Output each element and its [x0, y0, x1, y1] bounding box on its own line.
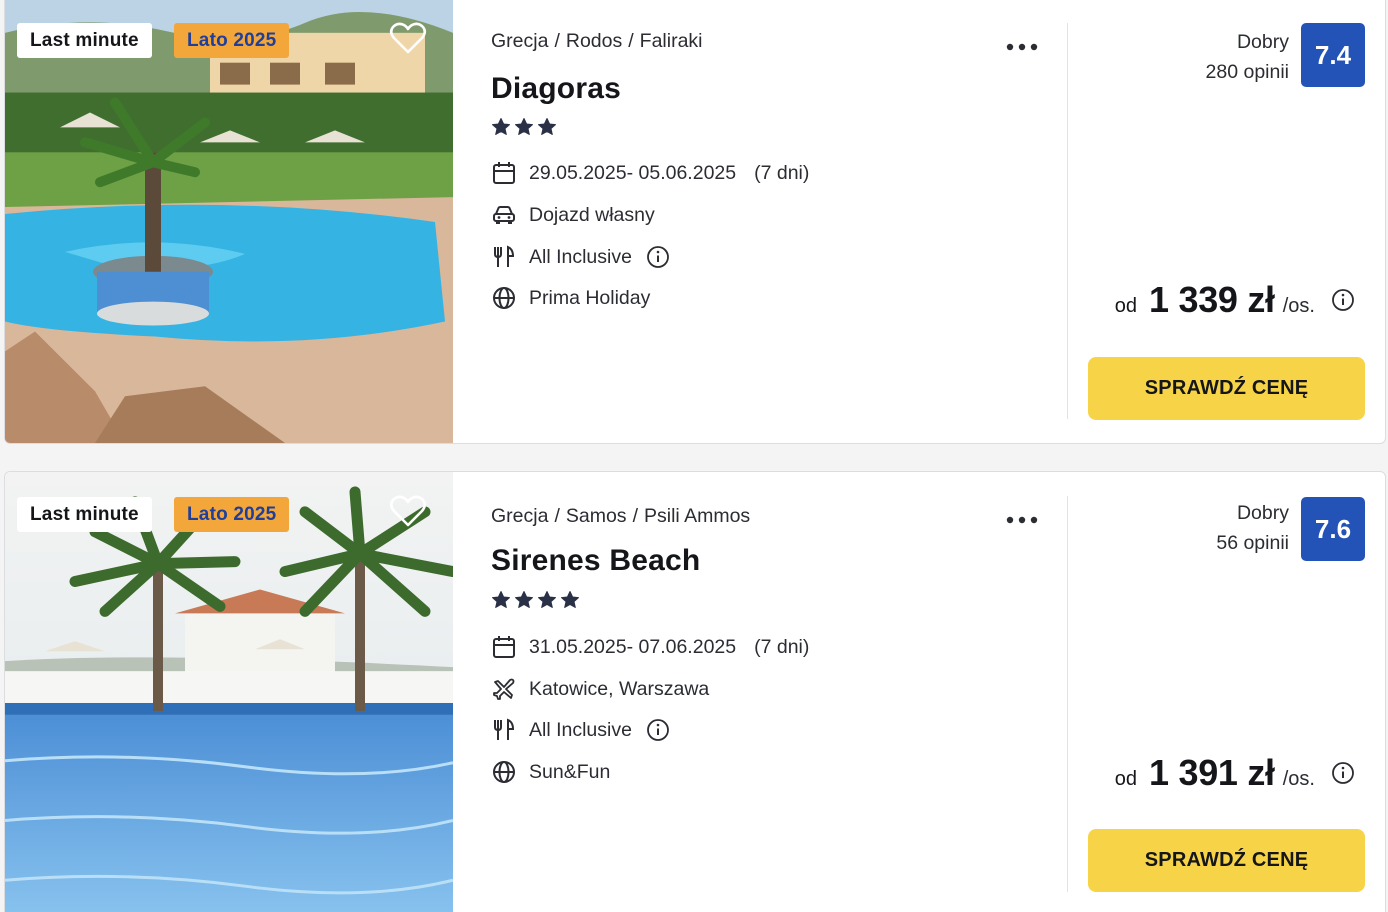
breadcrumb-country[interactable]: Grecja [491, 505, 548, 527]
more-options-icon[interactable] [1005, 39, 1039, 51]
breadcrumb-city[interactable]: Faliraki [640, 30, 703, 52]
transport-row: Dojazd własny [491, 201, 655, 229]
breadcrumb-separator: / [632, 505, 638, 527]
plane-icon [491, 676, 517, 702]
more-options-icon[interactable] [1005, 512, 1039, 524]
price-block: od 1 391 zł /os. [1115, 752, 1355, 794]
price-prefix: od [1114, 768, 1138, 790]
tour-operator: Prima Holiday [529, 286, 651, 309]
breadcrumb-separator: / [628, 30, 634, 52]
info-icon[interactable] [646, 245, 670, 269]
price-prefix: od [1114, 295, 1138, 317]
offer-details: Grecja / Rodos / Faliraki Diagoras 29.05.202… [491, 0, 1051, 443]
hotel-photo[interactable] [5, 472, 453, 912]
divider [1067, 23, 1068, 419]
board-row: All Inclusive [491, 243, 670, 271]
globe-icon [491, 759, 517, 785]
rating-score-badge: 7.6 [1301, 497, 1365, 561]
calendar-icon [491, 160, 517, 186]
breadcrumb-country[interactable]: Grecja [491, 30, 548, 52]
operator-row: Sun&Fun [491, 758, 610, 786]
breadcrumb-separator: / [554, 505, 560, 527]
board-label: All Inclusive [529, 245, 632, 268]
check-price-button[interactable]: SPRAWDŹ CENĘ [1088, 829, 1365, 892]
breadcrumb-region[interactable]: Samos [566, 505, 627, 527]
favorite-heart-icon[interactable] [389, 494, 427, 528]
price-unit: /os. [1282, 768, 1315, 790]
review-count[interactable]: 280 opinii [1206, 57, 1289, 87]
trip-duration: (7 dni) [754, 635, 810, 658]
hotel-name[interactable]: Sirenes Beach [491, 544, 700, 578]
star-icon [492, 118, 510, 135]
season-badge: Lato 2025 [174, 23, 290, 58]
last-minute-badge: Last minute [17, 23, 152, 58]
divider [1067, 496, 1068, 892]
star-icon [538, 118, 556, 135]
hotel-stars [491, 590, 580, 610]
offer-details: Grecja / Samos / Psili Ammos Sirenes Beach 3… [491, 472, 1051, 912]
calendar-icon [491, 634, 517, 660]
trip-dates: 29.05.2025- 05.06.2025 [529, 161, 737, 184]
hotel-stars [491, 117, 557, 137]
price-info-icon[interactable] [1331, 761, 1355, 785]
favorite-heart-icon[interactable] [389, 21, 427, 55]
operator-row: Prima Holiday [491, 284, 650, 312]
breadcrumb-city[interactable]: Psili Ammos [644, 505, 750, 527]
trip-duration: (7 dni) [754, 161, 810, 184]
transport-label: Katowice, Warszawa [529, 677, 710, 700]
tour-operator: Sun&Fun [529, 760, 611, 783]
transport-row: Katowice, Warszawa [491, 675, 709, 703]
rating-score-badge: 7.4 [1301, 23, 1365, 87]
breadcrumb: Grecja / Samos / Psili Ammos [491, 505, 750, 528]
rating-summary: Dobry 56 opinii [1216, 498, 1289, 558]
price-unit: /os. [1282, 295, 1315, 317]
star-icon [515, 591, 533, 608]
review-count[interactable]: 56 opinii [1216, 528, 1289, 558]
price-amount: 1 391 zł [1149, 752, 1275, 793]
hotel-name[interactable]: Diagoras [491, 72, 621, 106]
board-row: All Inclusive [491, 716, 670, 744]
info-icon[interactable] [646, 718, 670, 742]
rating-summary: Dobry 280 opinii [1206, 27, 1289, 87]
season-badge: Lato 2025 [174, 497, 290, 532]
price-info-icon[interactable] [1331, 288, 1355, 312]
star-icon [561, 591, 579, 608]
price-amount: 1 339 zł [1149, 279, 1275, 320]
board-label: All Inclusive [529, 718, 632, 741]
car-icon [491, 202, 517, 228]
rating-label: Dobry [1236, 502, 1289, 524]
check-price-button[interactable]: SPRAWDŹ CENĘ [1088, 357, 1365, 420]
breadcrumb: Grecja / Rodos / Faliraki [491, 30, 703, 53]
offer-card[interactable]: Last minute Lato 2025 Grecja / Rodos / Falir… [4, 0, 1386, 444]
dates-row: 29.05.2025- 05.06.2025 (7 dni) [491, 159, 809, 187]
star-icon [492, 591, 510, 608]
rating-label: Dobry [1236, 31, 1289, 53]
offer-card[interactable]: Last minute Lato 2025 Grecja / Samos / Psili… [4, 471, 1386, 912]
last-minute-badge: Last minute [17, 497, 152, 532]
hotel-photo[interactable] [5, 0, 453, 443]
trip-dates: 31.05.2025- 07.06.2025 [529, 635, 737, 658]
cutlery-icon [491, 244, 517, 270]
cutlery-icon [491, 717, 517, 743]
globe-icon [491, 285, 517, 311]
price-block: od 1 339 zł /os. [1115, 279, 1355, 321]
dates-row: 31.05.2025- 07.06.2025 (7 dni) [491, 633, 809, 661]
breadcrumb-region[interactable]: Rodos [566, 30, 622, 52]
star-icon [515, 118, 533, 135]
transport-label: Dojazd własny [529, 203, 655, 226]
star-icon [538, 591, 556, 608]
breadcrumb-separator: / [554, 30, 560, 52]
